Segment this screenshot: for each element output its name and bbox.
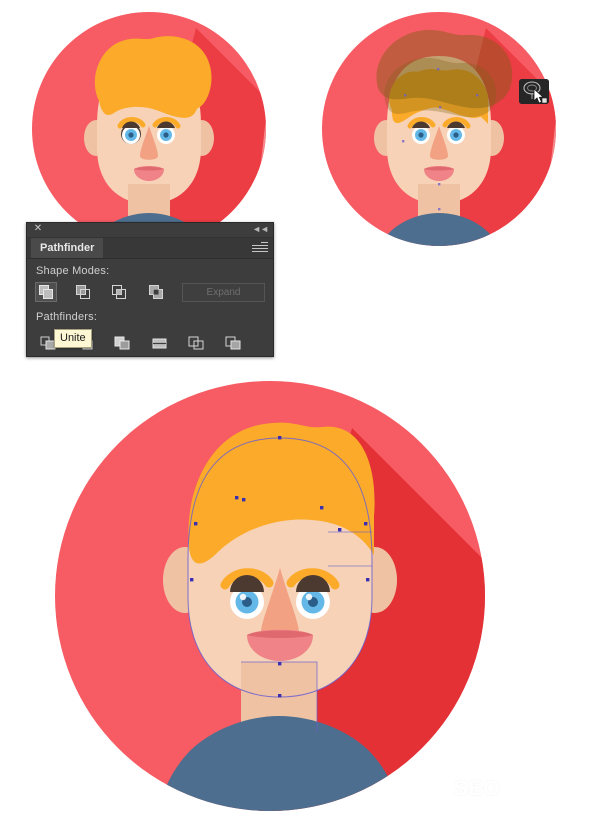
shape-mode-unite-button[interactable] — [35, 282, 57, 302]
merge-icon — [114, 336, 129, 349]
shape-mode-exclude-button[interactable] — [145, 282, 167, 302]
shape-modes-row: Expand — [35, 282, 265, 302]
exclude-icon — [149, 285, 164, 299]
panel-titlebar[interactable]: ✕ ◄◄ — [27, 223, 273, 238]
avatar-step-2 — [308, 8, 570, 258]
pathfinder-crop-button[interactable] — [148, 333, 170, 353]
intersect-icon — [112, 285, 127, 299]
tab-pathfinder[interactable]: Pathfinder — [31, 238, 104, 258]
pathfinder-minus-back-button[interactable] — [222, 333, 244, 353]
tooltip-unite: Unite — [54, 329, 92, 348]
panel-menu-icon[interactable] — [252, 242, 268, 254]
pathfinders-label: Pathfinders: — [36, 311, 98, 323]
unite-icon — [38, 285, 53, 299]
close-icon[interactable]: ✕ — [33, 224, 43, 234]
panel-body: Shape Modes: Expand Pathfinders: Unite — [27, 259, 273, 353]
pathfinder-outline-button[interactable] — [185, 333, 207, 353]
shape-mode-minus-front-button[interactable] — [72, 282, 94, 302]
shape-mode-intersect-button[interactable] — [109, 282, 131, 302]
avatar-step-1 — [18, 8, 280, 258]
shape-modes-label: Shape Modes: — [36, 265, 110, 277]
crop-icon — [152, 338, 166, 348]
illustrator-canvas: ✕ ◄◄ Pathfinder Shape Modes: Expand Path… — [0, 0, 600, 817]
minus-front-icon — [75, 285, 90, 299]
collapse-panel-icon[interactable]: ◄◄ — [252, 224, 269, 234]
group-select-tool-cursor — [519, 79, 549, 104]
outline-icon — [188, 336, 203, 349]
avatar-step-3-large — [42, 380, 542, 817]
expand-button[interactable]: Expand — [182, 282, 265, 302]
panel-tabbar: Pathfinder — [27, 238, 273, 259]
minus-back-icon — [225, 336, 240, 349]
pathfinder-panel[interactable]: ✕ ◄◄ Pathfinder Shape Modes: Expand Path… — [26, 222, 274, 357]
pathfinder-merge-button[interactable] — [111, 333, 133, 353]
